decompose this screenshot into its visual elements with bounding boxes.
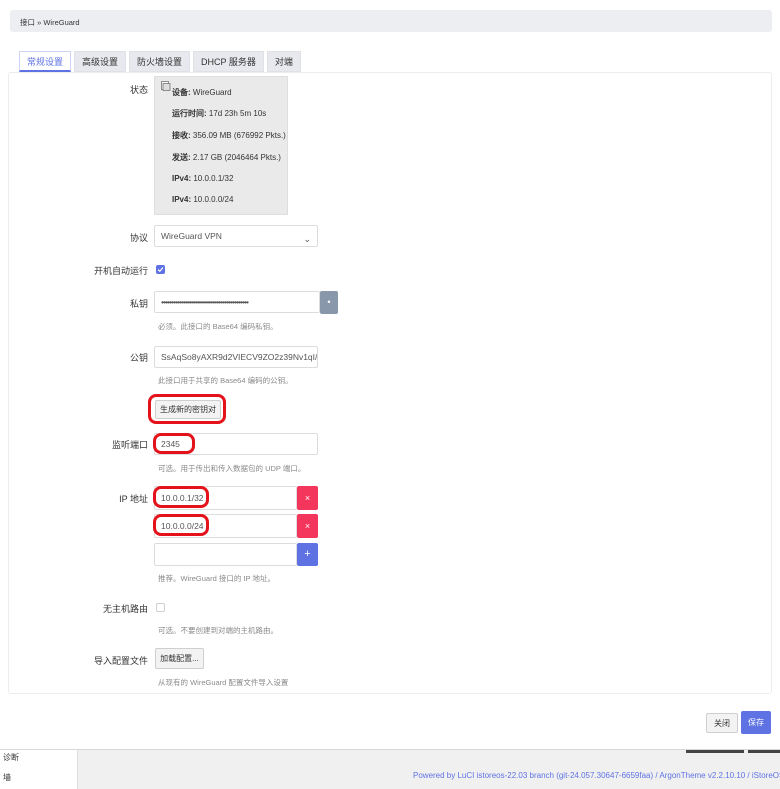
status-device: 设备: WireGuard (172, 88, 232, 97)
settings-panel (8, 72, 772, 694)
sidebar-item-diagnostics[interactable]: 诊断 (3, 752, 19, 763)
import-config-label: 导入配置文件 (93, 656, 148, 666)
protocol-value: WireGuard VPN (161, 231, 222, 241)
public-key-input[interactable]: SsAqSo8yAXR9d2VIECV9ZO2z39Nv1qI/Cv (154, 346, 318, 368)
no-host-route-checkbox[interactable] (156, 603, 165, 612)
public-key-hint: 此接口用于共享的 Base64 编码的公钥。 (158, 376, 293, 385)
ip-address-input-2[interactable]: 10.0.0.0/24 (154, 514, 297, 538)
status-tx: 发送: 2.17 GB (2046464 Pkts.) (172, 153, 281, 162)
remove-ip-2-button[interactable]: × (297, 514, 318, 538)
listen-port-input[interactable]: 2345 (154, 433, 318, 455)
status-label: 状态 (129, 85, 148, 95)
remove-ip-1-button[interactable]: × (297, 486, 318, 510)
tab-bar: 常规设置 高级设置 防火墙设置 DHCP 服务器 对端 (19, 51, 301, 73)
load-config-button[interactable]: 加载配置... (155, 648, 204, 669)
private-key-hint: 必须。此接口的 Base64 编码私钥。 (158, 322, 278, 331)
reveal-password-button[interactable]: • (320, 291, 338, 314)
tab-general[interactable]: 常规设置 (19, 51, 72, 72)
chevron-down-icon: ⌄ (303, 234, 311, 244)
add-ip-button[interactable]: + (297, 543, 318, 566)
autostart-checkbox[interactable] (156, 265, 165, 274)
tab-advanced[interactable]: 高级设置 (74, 51, 127, 72)
check-icon (157, 267, 164, 273)
status-box: 设备: WireGuard 运行时间: 17d 23h 5m 10s 接收: 3… (154, 76, 288, 215)
close-button[interactable]: 关闭 (706, 713, 738, 733)
tab-peers[interactable]: 对端 (266, 51, 301, 72)
sidebar-item-firewall[interactable]: 墙 (3, 772, 11, 783)
no-host-route-label: 无主机路由 (102, 604, 148, 614)
listen-port-hint: 可选。用于传出和传入数据包的 UDP 端口。 (158, 464, 306, 473)
tab-firewall[interactable]: 防火墙设置 (129, 51, 191, 72)
status-rx: 接收: 356.09 MB (676992 Pkts.) (172, 131, 286, 140)
private-key-label: 私钥 (129, 299, 148, 309)
background-button-edge-2 (748, 750, 780, 753)
listen-port-label: 监听端口 (111, 440, 148, 450)
background-page (0, 750, 780, 789)
no-host-route-hint: 可选。不要创建到对端的主机路由。 (158, 626, 278, 635)
network-device-icon (161, 81, 171, 91)
status-ipv4-a: IPv4: 10.0.0.1/32 (172, 174, 234, 183)
public-key-label: 公钥 (129, 353, 148, 363)
autostart-label: 开机自动运行 (93, 266, 148, 276)
import-config-hint: 从现有的 WireGuard 配置文件导入设置 (158, 678, 289, 687)
save-button[interactable]: 保存 (741, 711, 771, 734)
ip-address-label: IP 地址 (119, 494, 148, 504)
ip-address-hint: 推荐。WireGuard 接口的 IP 地址。 (158, 574, 275, 583)
protocol-select[interactable]: WireGuard VPN ⌄ (154, 225, 318, 247)
interface-edit-modal: 接口 » WireGuard 常规设置 高级设置 防火墙设置 DHCP 服务器 … (0, 0, 780, 750)
background-button-edge (686, 750, 744, 753)
generate-keypair-button[interactable]: 生成新的密钥对 (155, 400, 221, 419)
powered-by-footer: Powered by LuCI istoreos-22.03 branch (g… (413, 771, 780, 780)
protocol-label: 协议 (129, 233, 148, 243)
ip-address-input-new[interactable] (154, 543, 297, 566)
ip-address-input-1[interactable]: 10.0.0.1/32 (154, 486, 297, 510)
tab-dhcp[interactable]: DHCP 服务器 (193, 51, 264, 72)
breadcrumb: 接口 » WireGuard (10, 10, 772, 32)
private-key-input[interactable]: ••••••••••••••••••••••••••••••••••••••••… (154, 291, 320, 313)
status-ipv4-b: IPv4: 10.0.0.0/24 (172, 195, 234, 204)
status-uptime: 运行时间: 17d 23h 5m 10s (172, 109, 267, 118)
